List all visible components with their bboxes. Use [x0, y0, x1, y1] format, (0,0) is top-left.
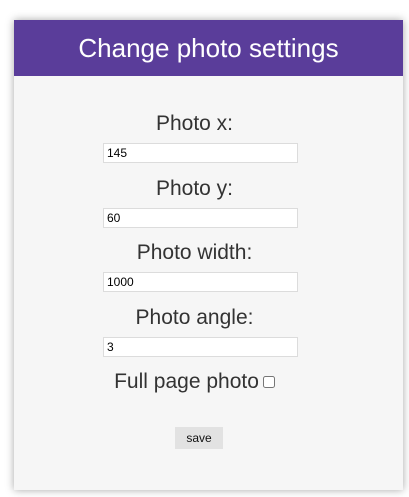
photo-angle-input[interactable]	[103, 337, 298, 357]
photo-y-label: Photo y:	[155, 177, 234, 200]
photo-width-input[interactable]	[103, 272, 298, 292]
photo-x-label: Photo x:	[155, 112, 234, 135]
full-page-checkbox[interactable]	[262, 376, 275, 389]
full-page-row: Full page photo	[0, 370, 389, 394]
photo-x-input[interactable]	[103, 143, 298, 163]
full-page-label: Full page photo	[114, 370, 259, 393]
panel-title: Change photo settings	[14, 20, 403, 76]
photo-angle-label: Photo angle:	[135, 306, 254, 329]
photo-width-label: Photo width:	[136, 241, 253, 264]
save-button[interactable]: save	[175, 427, 223, 449]
photo-y-input[interactable]	[103, 208, 298, 228]
